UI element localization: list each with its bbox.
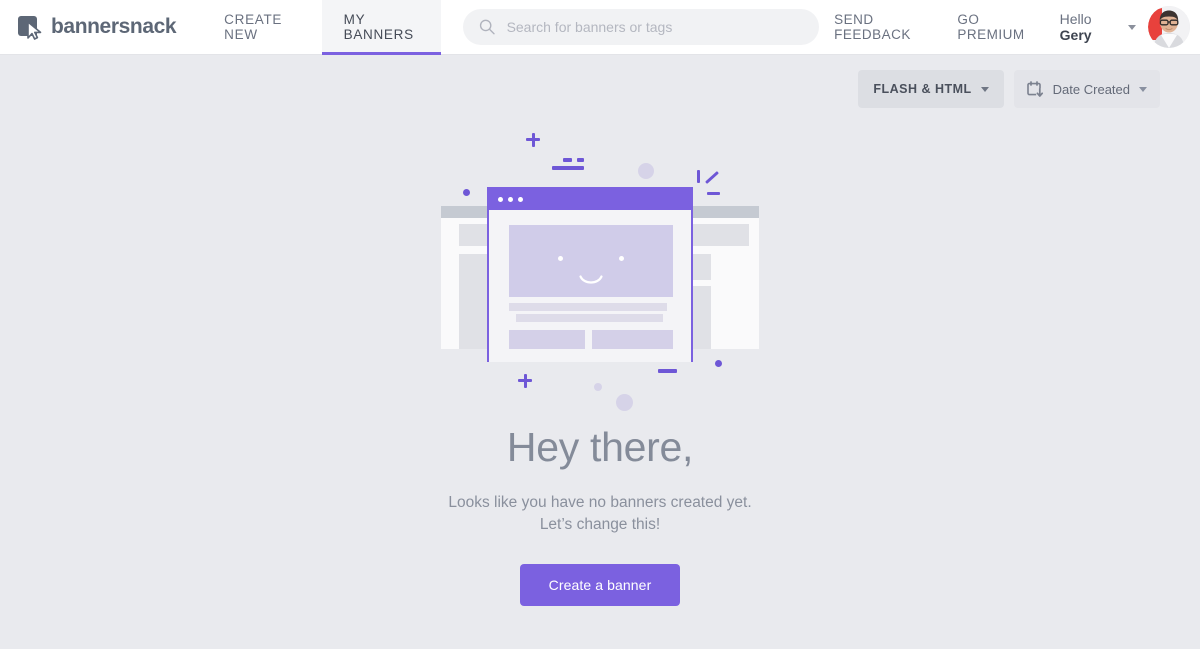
chevron-down-icon	[980, 86, 989, 92]
face-eye-left	[558, 256, 563, 261]
deco-plus-bottom-v	[523, 373, 527, 388]
main-nav: CREATE NEW MY BANNERS	[202, 0, 442, 55]
send-feedback-link[interactable]: SEND FEEDBACK	[819, 12, 942, 42]
window-title-bar	[489, 189, 691, 210]
search-icon	[479, 19, 495, 35]
cursor-arrow-icon	[27, 21, 42, 40]
user-name: Gery	[1059, 27, 1092, 43]
window-text-bar-2	[516, 314, 663, 322]
type-filter-label: FLASH & HTML	[873, 82, 972, 96]
chevron-down-icon	[1128, 24, 1137, 30]
search-input[interactable]	[506, 19, 804, 35]
account-menu-button[interactable]	[1116, 24, 1148, 30]
empty-state: Hey there, Looks like you have no banner…	[0, 123, 1200, 606]
calendar-sort-icon	[1026, 80, 1044, 97]
greeting-prefix: Hello	[1059, 11, 1092, 27]
window-button-block-left	[509, 330, 585, 349]
cursor-logo-icon	[18, 15, 42, 40]
deco-circle-top	[638, 163, 654, 179]
deco-sparkle-vertical	[697, 170, 700, 183]
deco-sparkle-diagonal	[705, 171, 719, 184]
deco-dash-bottom	[658, 369, 677, 373]
smiley-banner-face	[509, 225, 673, 297]
sort-filter-dropdown[interactable]: Date Created	[1013, 70, 1160, 108]
brand-name: bannersnack	[51, 15, 177, 38]
deco-circle-bottom	[616, 394, 633, 411]
sort-filter-label: Date Created	[1052, 81, 1130, 97]
nav-item-label: MY BANNERS	[343, 12, 414, 42]
deco-dot-small-bottom	[594, 383, 602, 391]
chevron-down-icon	[1139, 86, 1147, 92]
page-title: Hey there,	[506, 424, 694, 470]
filters-toolbar: FLASH & HTML Date Created	[0, 55, 1200, 123]
user-greeting: Hello Gery	[1045, 11, 1116, 43]
face-smile-icon	[579, 275, 603, 284]
send-feedback-label: SEND FEEDBACK	[834, 12, 911, 42]
banner-preview-window	[487, 187, 693, 362]
nav-item-label: CREATE NEW	[224, 12, 283, 42]
header-right-actions: SEND FEEDBACK GO PREMIUM Hello Gery	[819, 0, 1200, 54]
deco-dash-short-1	[563, 158, 572, 162]
empty-state-line-1: Looks like you have no banners created y…	[448, 494, 752, 511]
type-filter-dropdown[interactable]: FLASH & HTML	[858, 70, 1004, 108]
empty-state-message: Looks like you have no banners created y…	[448, 492, 751, 536]
window-body	[489, 210, 691, 362]
empty-state-line-2: Let’s change this!	[539, 516, 661, 533]
avatar[interactable]	[1148, 6, 1191, 48]
nav-item-create-new[interactable]: CREATE NEW	[202, 0, 321, 54]
create-banner-button[interactable]: Create a banner	[519, 564, 681, 606]
deco-dash-short-2	[577, 158, 584, 162]
search-area	[463, 0, 820, 54]
search-box[interactable]	[463, 9, 820, 45]
window-button-block-right	[592, 330, 673, 349]
avatar-photo	[1148, 6, 1191, 48]
window-dot	[518, 197, 523, 202]
nav-item-my-banners[interactable]: MY BANNERS	[321, 0, 442, 55]
window-text-bar-1	[509, 303, 667, 311]
deco-sparkle-horizontal	[707, 192, 720, 195]
go-premium-label: GO PREMIUM	[957, 12, 1025, 42]
deco-dash-long	[552, 166, 584, 170]
window-dot	[508, 197, 513, 202]
go-premium-link[interactable]: GO PREMIUM	[942, 12, 1044, 42]
app-header: bannersnack CREATE NEW MY BANNERS SEND F…	[0, 0, 1200, 55]
deco-dot-left	[463, 189, 470, 196]
no-banners-illustration	[430, 129, 770, 411]
face-eye-right	[619, 256, 624, 261]
window-dot	[498, 197, 503, 202]
brand-logo[interactable]: bannersnack	[0, 0, 177, 54]
deco-plus-top-v	[531, 132, 535, 147]
deco-dot-right	[715, 360, 722, 367]
